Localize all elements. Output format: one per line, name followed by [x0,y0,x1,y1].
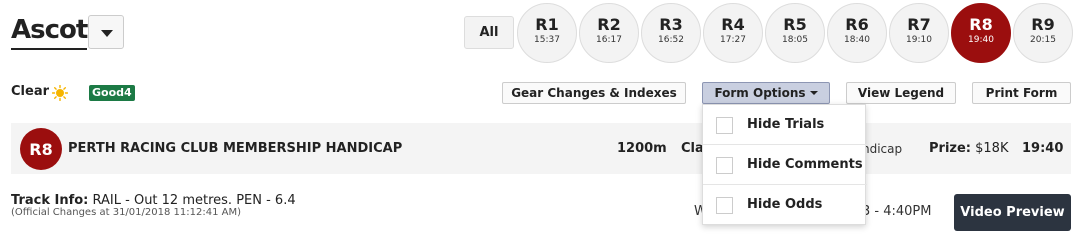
hide-comments-label: Hide Comments [747,157,863,172]
race-number-badge: R8 [20,128,62,170]
race-tab-number: R7 [907,15,931,34]
race-tab-time: 15:37 [534,35,560,45]
race-tab-time: 20:15 [1030,35,1056,45]
race-tab-r1[interactable]: R1 15:37 [517,3,577,63]
venue-dropdown[interactable] [88,15,124,49]
official-changes: (Official Changes at 31/01/2018 11:12:41… [11,207,241,218]
caret-down-icon [809,91,818,95]
race-tab-time: 19:10 [906,35,932,45]
race-tab-time: 19:40 [968,35,994,45]
prize-value: $18K [975,141,1009,156]
race-tab-r8[interactable]: R8 19:40 [951,3,1011,63]
sun-icon [52,85,68,101]
hide-comments-checkbox[interactable] [716,157,733,174]
race-prize: Prize: $18K [929,141,1008,156]
race-class: Cla [681,141,704,156]
venue-title: Ascot [11,13,88,50]
race-tab-number: R6 [845,15,869,34]
race-tab-r5[interactable]: R5 18:05 [765,3,825,63]
race-tab-time: 17:27 [720,35,746,45]
race-name: PERTH RACING CLUB MEMBERSHIP HANDICAP [68,141,403,156]
race-tab-number: R2 [597,15,621,34]
race-tab-r7[interactable]: R7 19:10 [889,3,949,63]
print-form-button[interactable]: Print Form [972,82,1071,104]
all-races-button[interactable]: All [464,16,514,49]
weather-info-tail: 3 - 4:40PM [862,204,932,219]
hide-comments-option[interactable]: Hide Comments [703,145,867,185]
weather-label: Clear [11,84,49,99]
race-tab-number: R8 [969,15,993,34]
race-tab-time: 16:17 [596,35,622,45]
form-options-menu: Hide Trials Hide Comments Hide Odds [702,104,867,225]
race-tab-r9[interactable]: R9 20:15 [1013,3,1073,63]
race-tab-r2[interactable]: R2 16:17 [579,3,639,63]
view-legend-button[interactable]: View Legend [846,82,956,104]
race-time: 19:40 [1022,141,1064,156]
race-distance: 1200m [617,141,667,156]
chevron-down-icon [101,30,113,37]
race-tab-time: 16:52 [658,35,684,45]
race-tab-number: R1 [535,15,559,34]
race-class-tail: ndicap [862,142,903,156]
form-options-label: Form Options [714,86,806,100]
prize-label: Prize: [929,141,971,156]
hide-odds-checkbox[interactable] [716,197,733,214]
track-info: Track Info: RAIL - Out 12 metres. PEN - … [11,193,296,208]
track-condition-badge: Good4 [89,85,135,101]
hide-odds-label: Hide Odds [747,197,823,212]
race-tab-number: R5 [783,15,807,34]
gear-changes-button[interactable]: Gear Changes & Indexes [502,82,686,104]
race-tab-number: R3 [659,15,683,34]
race-tab-time: 18:05 [782,35,808,45]
race-tab-r4[interactable]: R4 17:27 [703,3,763,63]
track-info-value: RAIL - Out 12 metres. PEN - 6.4 [92,193,296,208]
race-tab-r3[interactable]: R3 16:52 [641,3,701,63]
hide-trials-label: Hide Trials [747,117,825,132]
race-tab-time: 18:40 [844,35,870,45]
race-tab-number: R4 [721,15,745,34]
hide-trials-checkbox[interactable] [716,117,733,134]
form-options-button[interactable]: Form Options [702,82,830,104]
hide-trials-option[interactable]: Hide Trials [703,105,867,145]
track-info-label: Track Info: [11,193,89,208]
video-preview-button[interactable]: Video Preview [954,194,1071,231]
hide-odds-option[interactable]: Hide Odds [703,185,867,225]
race-tab-r6[interactable]: R6 18:40 [827,3,887,63]
race-tab-number: R9 [1031,15,1055,34]
